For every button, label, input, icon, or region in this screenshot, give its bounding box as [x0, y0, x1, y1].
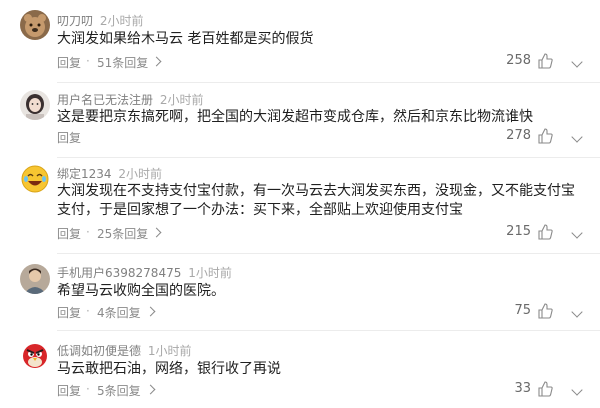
username[interactable]: 叨刀叨: [57, 14, 93, 28]
comment-item: 手机用户6398278475 1小时前 希望马云收购全国的医院。 回复 · 4条…: [0, 258, 600, 330]
like-count: 278: [506, 128, 531, 143]
comment-meta: 低调如初便是德 1小时前: [57, 342, 191, 359]
comment-footer: 回复 · 51条回复 258: [57, 52, 587, 72]
bear-avatar-icon[interactable]: [20, 10, 50, 40]
comment-item: 绑定1234 2小时前 大润发现在不支持支付宝付款，有一次马云去大润发买东西，没…: [0, 160, 600, 254]
like-count: 215: [506, 224, 531, 239]
chevron-right-icon[interactable]: [151, 227, 162, 238]
angry-bird-avatar-icon[interactable]: [20, 340, 50, 370]
timestamp: 1小时前: [147, 344, 192, 358]
reply-count-link[interactable]: 51条回复: [97, 54, 148, 71]
reply-button[interactable]: 回复: [57, 225, 81, 242]
divider: [57, 330, 600, 331]
chevron-down-icon[interactable]: [571, 306, 583, 318]
girl-avatar-icon[interactable]: [20, 90, 50, 120]
timestamp: 2小时前: [159, 93, 204, 107]
username[interactable]: 低调如初便是德: [57, 344, 141, 358]
reply-button[interactable]: 回复: [57, 382, 81, 399]
comment-footer: 回复 · 25条回复 215: [57, 223, 587, 243]
like-count: 75: [514, 303, 531, 318]
comment-footer: 回复 · 4条回复 75: [57, 302, 587, 322]
comment-footer: 回复 · 5条回复 33: [57, 380, 587, 400]
thumbs-up-icon[interactable]: [537, 303, 553, 319]
thumbs-up-icon[interactable]: [537, 128, 553, 144]
chevron-right-icon[interactable]: [145, 384, 156, 395]
chevron-down-icon[interactable]: [571, 227, 583, 239]
thumbs-up-icon[interactable]: [537, 224, 553, 240]
comment-text: 大润发现在不支持支付宝付款，有一次马云去大润发买东西，没现金，又不能支付宝支付，…: [57, 183, 575, 218]
comment-feed: 叨刀叨 2小时前 大润发如果给木马云 老百姓都是买的假货 回复 · 51条回复 …: [0, 0, 600, 408]
separator-dot: ·: [86, 382, 90, 396]
comment-meta: 用户名已无法注册 2小时前: [57, 91, 203, 108]
reply-button[interactable]: 回复: [57, 129, 81, 146]
chevron-right-icon[interactable]: [145, 306, 156, 317]
reply-count-link[interactable]: 4条回复: [97, 304, 141, 321]
reply-count-link[interactable]: 25条回复: [97, 225, 148, 242]
separator-dot: ·: [86, 54, 90, 68]
comment-text: 希望马云收购全国的医院。: [57, 283, 225, 299]
comment-text: 马云敢把石油，网络，银行收了再说: [57, 361, 281, 377]
comment-footer: 回复 278: [57, 127, 587, 147]
timestamp: 1小时前: [188, 266, 232, 280]
separator-dot: ·: [86, 304, 90, 318]
comment-text: 这是要把京东搞死啊，把全国的大润发超市变成仓库，然后和京东比物流谁快: [57, 109, 533, 125]
comment-meta: 叨刀叨 2小时前: [57, 12, 143, 29]
divider: [57, 253, 600, 254]
divider: [57, 157, 600, 158]
divider: [57, 82, 600, 83]
timestamp: 2小时前: [99, 14, 144, 28]
chevron-down-icon[interactable]: [571, 384, 583, 396]
like-count: 258: [506, 53, 531, 68]
comment-meta: 手机用户6398278475 1小时前: [57, 264, 232, 281]
separator-dot: ·: [86, 225, 90, 239]
username[interactable]: 用户名已无法注册: [57, 93, 153, 107]
thumbs-up-icon[interactable]: [537, 53, 553, 69]
comment-item: 用户名已无法注册 2小时前 这是要把京东搞死啊，把全国的大润发超市变成仓库，然后…: [0, 86, 600, 154]
chevron-down-icon[interactable]: [571, 56, 583, 68]
reply-button[interactable]: 回复: [57, 304, 81, 321]
username[interactable]: 手机用户6398278475: [57, 266, 181, 280]
comment-meta: 绑定1234 2小时前: [57, 165, 162, 182]
laughing-emoji-avatar-icon[interactable]: [20, 164, 50, 194]
comment-item: 低调如初便是德 1小时前 马云敢把石油，网络，银行收了再说 回复 · 5条回复 …: [0, 334, 600, 406]
thumbs-up-icon[interactable]: [537, 381, 553, 397]
like-count: 33: [514, 381, 531, 396]
comment-item: 叨刀叨 2小时前 大润发如果给木马云 老百姓都是买的假货 回复 · 51条回复 …: [0, 4, 600, 80]
person-photo-avatar-icon[interactable]: [20, 264, 50, 294]
reply-button[interactable]: 回复: [57, 54, 81, 71]
reply-count-link[interactable]: 5条回复: [97, 382, 141, 399]
chevron-right-icon[interactable]: [151, 56, 162, 67]
timestamp: 2小时前: [118, 167, 163, 181]
comment-text: 大润发如果给木马云 老百姓都是买的假货: [57, 31, 314, 47]
username[interactable]: 绑定1234: [57, 167, 112, 181]
chevron-down-icon[interactable]: [571, 131, 583, 143]
